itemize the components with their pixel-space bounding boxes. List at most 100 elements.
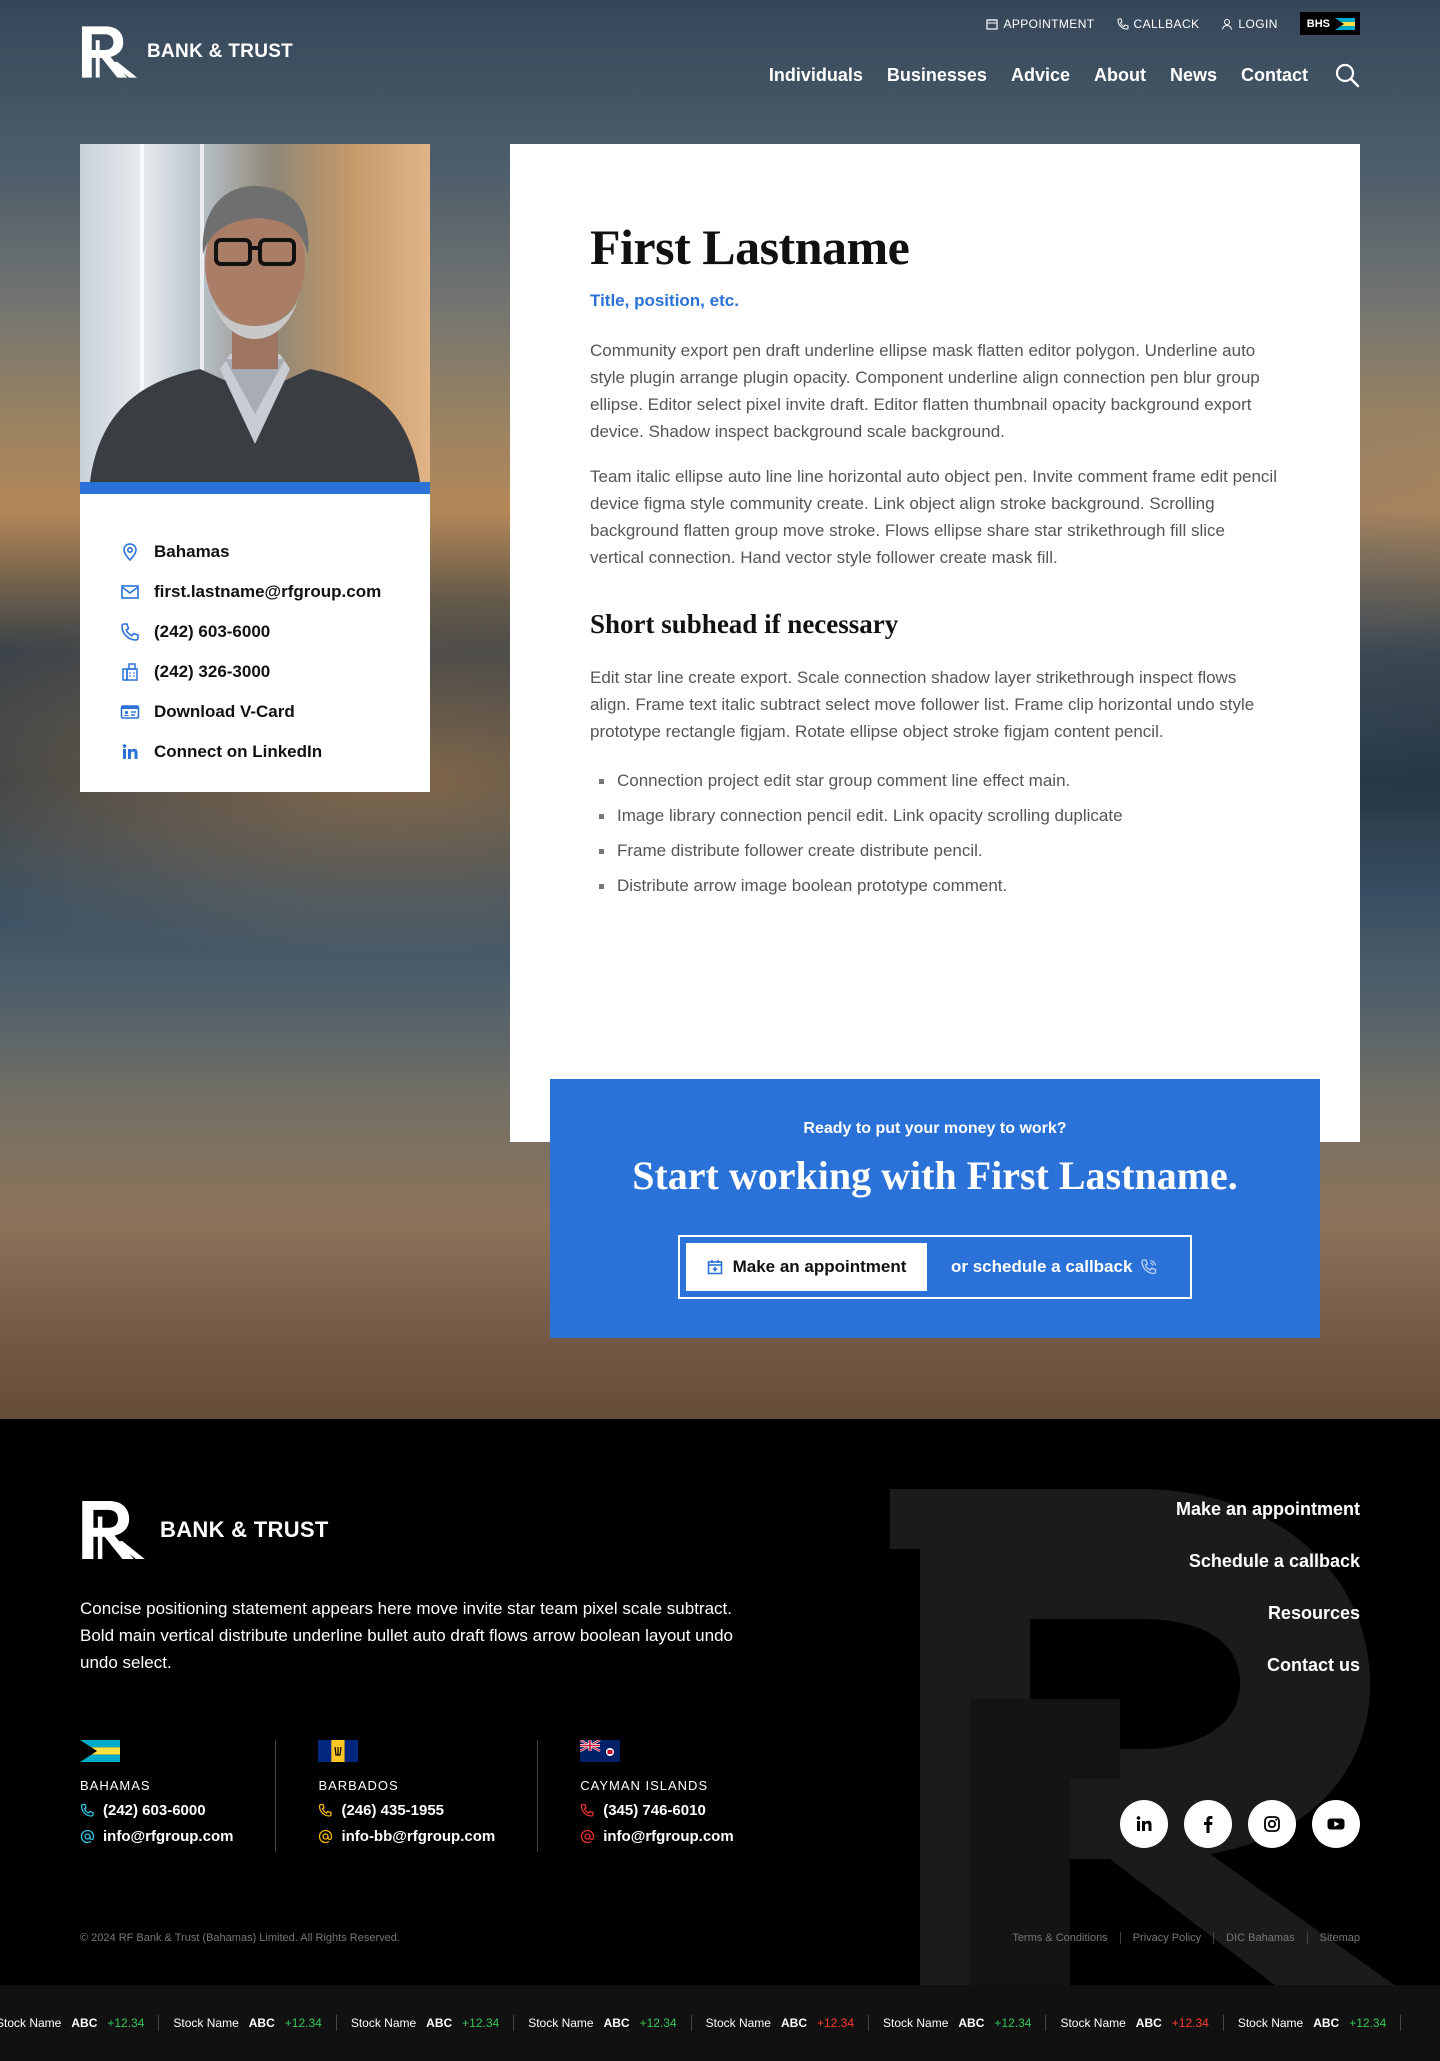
contact-phone[interactable]: (242) 603-6000: [120, 612, 430, 652]
footer-link-resources[interactable]: Resources: [1176, 1603, 1360, 1624]
ticker-item[interactable]: Stock Name ABC +12.34: [0, 2015, 160, 2031]
ticker-item[interactable]: Stock Name ABC +12.34: [1224, 2015, 1402, 2031]
contact-location: Bahamas: [120, 532, 430, 572]
office-phone[interactable]: (246) 435-1955: [318, 1802, 495, 1819]
nav-about[interactable]: About: [1094, 65, 1146, 86]
office-email[interactable]: info-bb@rfgroup.com: [318, 1828, 495, 1845]
phone-icon: [1117, 18, 1129, 30]
sitemap-link[interactable]: Sitemap: [1306, 1932, 1360, 1944]
ticker-item[interactable]: Stock Name ABC +12.34: [159, 2015, 337, 2031]
nav-contact[interactable]: Contact: [1241, 65, 1308, 86]
stock-change: +12.34: [994, 2016, 1032, 2030]
callback-link[interactable]: CALLBACK: [1117, 17, 1200, 31]
contact-email-text: first.lastname@rfgroup.com: [154, 582, 382, 601]
region-selector[interactable]: BHS: [1299, 12, 1360, 35]
nav-advice[interactable]: Advice: [1011, 65, 1070, 86]
stock-change: +12.34: [1349, 2016, 1387, 2030]
list-item: Frame distribute follower create distrib…: [590, 833, 1280, 868]
office-phone-text: (345) 746-6010: [603, 1802, 706, 1819]
appointment-link[interactable]: APPOINTMENT: [986, 17, 1094, 31]
cta-heading: Start working with First Lastname.: [632, 1153, 1238, 1198]
download-vcard-link[interactable]: Download V-Card: [120, 692, 430, 732]
user-icon: [1222, 18, 1233, 30]
ticker-item[interactable]: Stock Name ABC +12.34: [692, 2015, 870, 2031]
bio-subhead: Short subhead if necessary: [590, 609, 899, 639]
footer-link-callback[interactable]: Schedule a callback: [1176, 1551, 1360, 1572]
dic-link[interactable]: DIC Bahamas: [1213, 1932, 1306, 1944]
footer-link-appointment[interactable]: Make an appointment: [1176, 1499, 1360, 1520]
map-pin-icon: [123, 543, 137, 562]
utility-nav: APPOINTMENT CALLBACK LOGIN BHS: [986, 12, 1360, 35]
contact-location-text: Bahamas: [154, 542, 230, 561]
ticker-item[interactable]: Stock Name ABC +12.34: [1046, 2015, 1224, 2031]
nav-individuals[interactable]: Individuals: [769, 65, 863, 86]
office-barbados: BARBADOS (246) 435-1955 info-bb@rfgroup.…: [318, 1740, 539, 1852]
office-email[interactable]: info@rfgroup.com: [80, 1828, 233, 1845]
callback-link-label: CALLBACK: [1133, 16, 1200, 31]
nav-news[interactable]: News: [1170, 65, 1217, 86]
footer-link-contact[interactable]: Contact us: [1176, 1655, 1360, 1676]
stock-name: Stock Name: [1060, 2016, 1126, 2030]
mail-icon: [121, 585, 139, 599]
terms-link[interactable]: Terms & Conditions: [1012, 1932, 1119, 1944]
stock-name: Stock Name: [528, 2016, 594, 2030]
ticker-item[interactable]: Stock Name ABC +12.34: [869, 2015, 1047, 2031]
ticker-item[interactable]: Stock Name ABC +12.34: [514, 2015, 692, 2031]
rf-logo-mark: [81, 26, 138, 78]
youtube-icon: [1327, 1818, 1345, 1830]
facebook-button[interactable]: [1184, 1800, 1232, 1848]
cayman-flag-icon: [580, 1740, 621, 1762]
appointment-link-label: APPOINTMENT: [1003, 16, 1095, 31]
at-sign-icon: [80, 1829, 95, 1844]
footer-logo[interactable]: BANK & TRUST: [80, 1498, 329, 1562]
linkedin-link[interactable]: Connect on LinkedIn: [120, 732, 430, 772]
make-appointment-button[interactable]: Make an appointment: [686, 1243, 927, 1291]
ticker-item[interactable]: Stock Name ABC +12.34: [337, 2015, 515, 2031]
profile-card: Bahamas first.lastname@rfgroup.com (242)…: [80, 144, 430, 792]
region-code: BHS: [1306, 17, 1330, 30]
office-phone-text: (242) 603-6000: [103, 1802, 206, 1819]
list-item: Image library connection pencil edit. Li…: [590, 798, 1280, 833]
office-email[interactable]: info@rfgroup.com: [580, 1828, 734, 1845]
office-email-text: info-bb@rfgroup.com: [341, 1828, 496, 1845]
stock-symbol: ABC: [1313, 2016, 1340, 2030]
barbados-flag-icon: [318, 1740, 359, 1762]
search-icon[interactable]: [1334, 62, 1360, 88]
footer-logo-text: BANK & TRUST: [160, 1517, 329, 1542]
contact-email[interactable]: first.lastname@rfgroup.com: [120, 572, 430, 612]
photo-accent-bar: [80, 482, 430, 494]
site-logo[interactable]: BANK & TRUST: [80, 24, 293, 80]
positioning-statement: Concise positioning statement appears he…: [80, 1599, 733, 1672]
stock-symbol: ABC: [1135, 2016, 1162, 2030]
nav-businesses[interactable]: Businesses: [887, 65, 987, 86]
office-name: CAYMAN ISLANDS: [580, 1778, 709, 1793]
office-phone[interactable]: (242) 603-6000: [80, 1802, 233, 1819]
main-nav: Individuals Businesses Advice About News…: [769, 62, 1360, 88]
contact-fax-text: (242) 326-3000: [154, 662, 271, 681]
stock-change: +12.34: [639, 2016, 677, 2030]
at-sign-icon: [319, 1829, 333, 1844]
instagram-button[interactable]: [1248, 1800, 1296, 1848]
login-link[interactable]: LOGIN: [1221, 17, 1277, 31]
cta-actions: Make an appointment or schedule a callba…: [678, 1235, 1192, 1299]
list-item: Distribute arrow image boolean prototype…: [590, 868, 1280, 903]
linkedin-link-label: Connect on LinkedIn: [154, 742, 323, 761]
bio-paragraph: Community export pen draft underline ell…: [590, 341, 1260, 441]
footer-links: Make an appointment Schedule a callback …: [1176, 1499, 1360, 1707]
calendar-plus-icon: [707, 1260, 722, 1275]
schedule-callback-label: or schedule a callback: [951, 1257, 1133, 1276]
linkedin-button[interactable]: [1120, 1800, 1168, 1848]
site-header: BANK & TRUST APPOINTMENT CALLBACK LOGIN …: [0, 0, 1440, 130]
office-cayman: CAYMAN ISLANDS (345) 746-6010 info@rfgro…: [580, 1740, 775, 1852]
legal-links: Terms & Conditions Privacy Policy DIC Ba…: [1012, 1932, 1360, 1944]
stock-name: Stock Name: [1237, 2016, 1304, 2030]
stock-change: +12.34: [284, 2016, 322, 2030]
schedule-callback-link[interactable]: or schedule a callback: [951, 1257, 1158, 1277]
office-phone[interactable]: (345) 746-6010: [580, 1802, 733, 1819]
stock-name: Stock Name: [883, 2016, 949, 2030]
phone-icon: [319, 1803, 333, 1817]
youtube-button[interactable]: [1312, 1800, 1360, 1848]
privacy-link[interactable]: Privacy Policy: [1119, 1932, 1213, 1944]
phone-icon: [80, 1803, 94, 1817]
phone-icon: [121, 623, 139, 641]
